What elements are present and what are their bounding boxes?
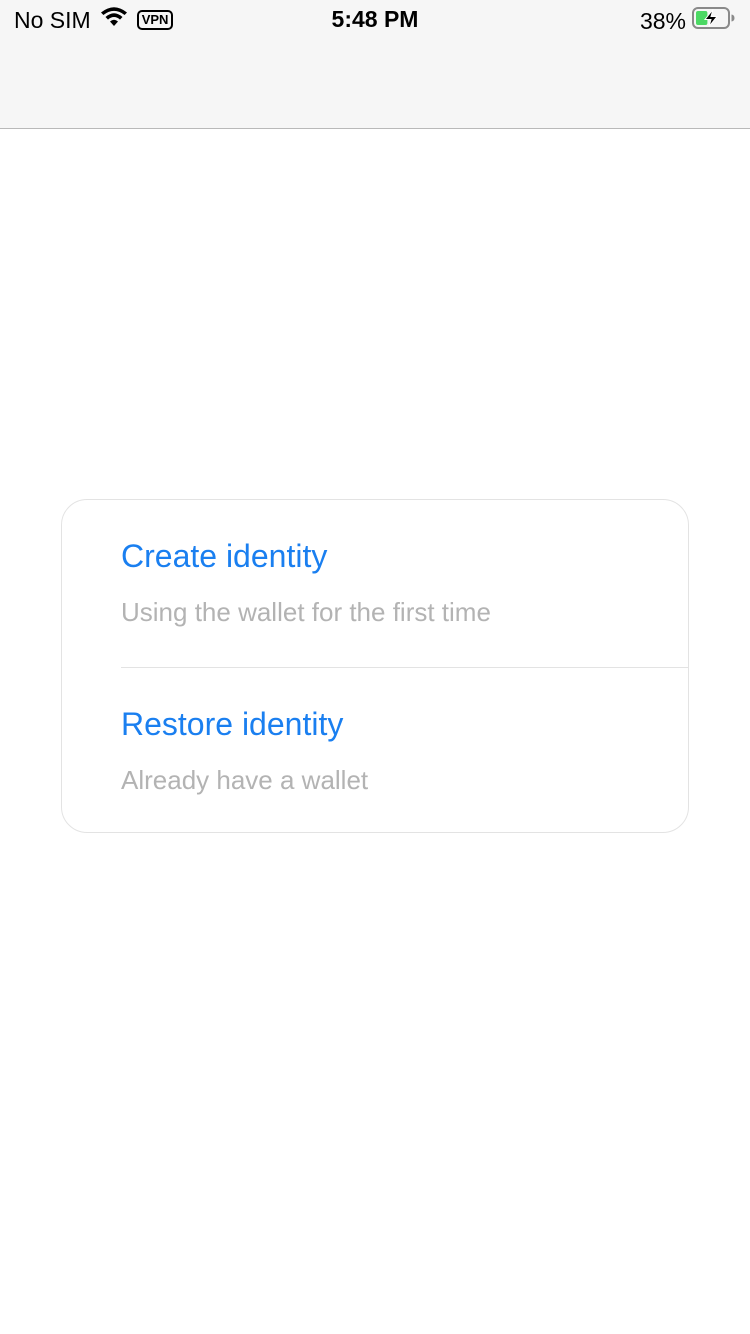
status-left: No SIM VPN [14,6,174,34]
restore-identity-title: Restore identity [121,706,344,742]
create-identity-subtitle: Using the wallet for the first time [121,597,491,627]
vpn-icon: VPN [136,10,174,30]
carrier-label: No SIM [14,6,91,33]
wifi-icon [99,6,129,34]
battery-percent: 38% [639,7,686,34]
status-right: 38% [640,6,736,36]
identity-options-card: Create identity Using the wallet for the… [61,499,689,833]
restore-identity-subtitle: Already have a wallet [121,765,369,795]
status-bar: No SIM VPN 5:48 PM 38% [0,0,750,40]
navigation-bar [0,40,750,129]
create-identity-title: Create identity [121,538,328,574]
create-identity-option[interactable]: Create identity Using the wallet for the… [62,500,688,668]
restore-identity-option[interactable]: Restore identity Already have a wallet [62,668,688,832]
battery-charging-icon [692,6,736,36]
